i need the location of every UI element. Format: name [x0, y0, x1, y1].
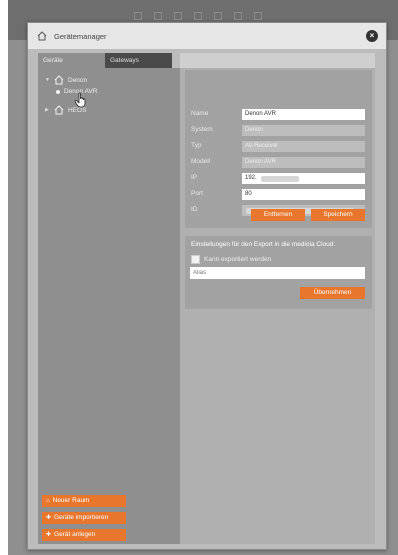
- tab-devices[interactable]: Geräte: [38, 53, 105, 68]
- new-room-label: Neuer Raum: [52, 497, 90, 504]
- toolbar-icon-6[interactable]: [234, 12, 242, 20]
- dialog-title: Gerätemanager: [54, 31, 107, 41]
- system-label: System: [191, 126, 213, 133]
- house-icon: ⌂: [46, 498, 50, 504]
- apply-button[interactable]: Übernehmen: [300, 287, 365, 299]
- device-bullet-icon: [56, 89, 60, 94]
- name-label: Name: [191, 110, 209, 117]
- id-label: ID: [191, 206, 198, 213]
- toolbar-icon-1[interactable]: [134, 12, 142, 20]
- toolbar-icon-5[interactable]: [214, 12, 222, 20]
- tree-node-label: Denon: [68, 76, 88, 84]
- plus-icon: ✚: [46, 515, 52, 521]
- toolbar-icons: [134, 12, 262, 20]
- toolbar-icon-4[interactable]: [194, 12, 202, 20]
- tab-gateways[interactable]: Gateways: [105, 53, 172, 68]
- house-icon: [37, 31, 47, 41]
- detail-header-strip: [180, 53, 375, 68]
- create-device-label: Gerät anlegen: [54, 531, 96, 538]
- house-icon: [54, 75, 64, 85]
- model-label: Modell: [191, 158, 211, 165]
- toolbar-icon-7[interactable]: [254, 12, 262, 20]
- dialog-header: Gerätemanager ×: [28, 23, 386, 49]
- tree-node-denon[interactable]: ▼ Denon: [45, 75, 87, 85]
- port-label: Port: [191, 190, 203, 197]
- chevron-down-icon[interactable]: ▼: [45, 77, 51, 83]
- ip-label: IP: [191, 174, 198, 181]
- tab-bar: Geräte Gateways: [38, 53, 172, 68]
- toolbar-icon-3[interactable]: [174, 12, 182, 20]
- import-devices-label: Geräte importieren: [54, 514, 109, 521]
- house-icon: [54, 105, 64, 115]
- device-tree-panel: [38, 68, 180, 544]
- new-room-button[interactable]: ⌂ Neuer Raum: [42, 495, 126, 507]
- chevron-right-icon[interactable]: ▶: [45, 107, 51, 113]
- name-input[interactable]: Denon AVR: [242, 109, 365, 120]
- ip-value: 192.: [245, 175, 257, 181]
- create-device-button[interactable]: ✚ Gerät anlegen: [42, 529, 126, 541]
- type-label: Typ: [191, 142, 202, 149]
- toolbar-icon-2[interactable]: [154, 12, 162, 20]
- alias-input[interactable]: [190, 267, 365, 279]
- ip-input[interactable]: 192.: [242, 173, 365, 184]
- save-button[interactable]: Speichern: [311, 209, 365, 221]
- type-field: AV-Receiver: [242, 141, 365, 152]
- remove-button[interactable]: Entfernen: [251, 209, 305, 221]
- close-button[interactable]: ×: [366, 30, 378, 42]
- plus-icon: ✚: [46, 532, 52, 538]
- redacted-ip: [261, 176, 299, 182]
- port-input[interactable]: 80: [242, 189, 365, 200]
- close-icon: ×: [369, 31, 375, 40]
- exportable-label: Kann exportiert werden: [204, 256, 272, 263]
- exportable-checkbox[interactable]: [191, 255, 200, 264]
- import-devices-button[interactable]: ✚ Geräte importieren: [42, 512, 126, 524]
- model-field: Denon AVR: [242, 157, 365, 168]
- system-field: Denon: [242, 125, 365, 136]
- hand-cursor-icon: [74, 92, 86, 108]
- export-section-title: Einstellungen für den Export in die medi…: [191, 241, 336, 248]
